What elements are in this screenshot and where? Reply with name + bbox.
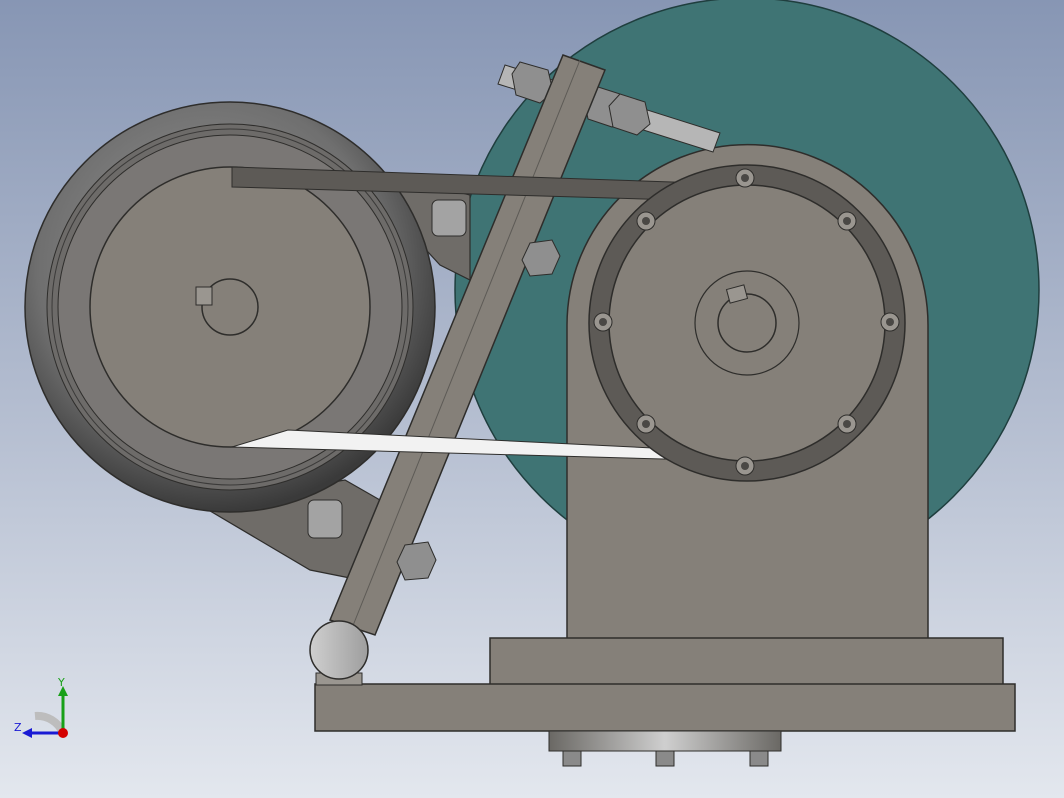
main-base-plate[interactable] [314, 683, 1016, 732]
bracket-bolt-upper [431, 199, 467, 237]
triad-x-axis [58, 728, 68, 738]
cad-model-scene[interactable] [0, 0, 1064, 798]
pedestal-base-plate[interactable] [489, 637, 1004, 687]
driven-pulley[interactable] [588, 164, 906, 482]
motor-shaft-key [195, 286, 213, 306]
foot-bolt-3 [749, 750, 769, 767]
base-foot [548, 730, 782, 752]
foot-bolt-2 [655, 750, 675, 767]
triad-y-label: Y [57, 676, 65, 689]
driven-shaft-bore [717, 293, 777, 353]
graphics-viewport[interactable]: Y Z [0, 0, 1064, 798]
foot-bolt-1 [562, 750, 582, 767]
triad-z-label: Z [14, 721, 22, 734]
bracket-bolt-lower [307, 499, 343, 539]
pivot-roller[interactable] [309, 620, 369, 680]
coordinate-triad: Y Z [14, 676, 68, 738]
